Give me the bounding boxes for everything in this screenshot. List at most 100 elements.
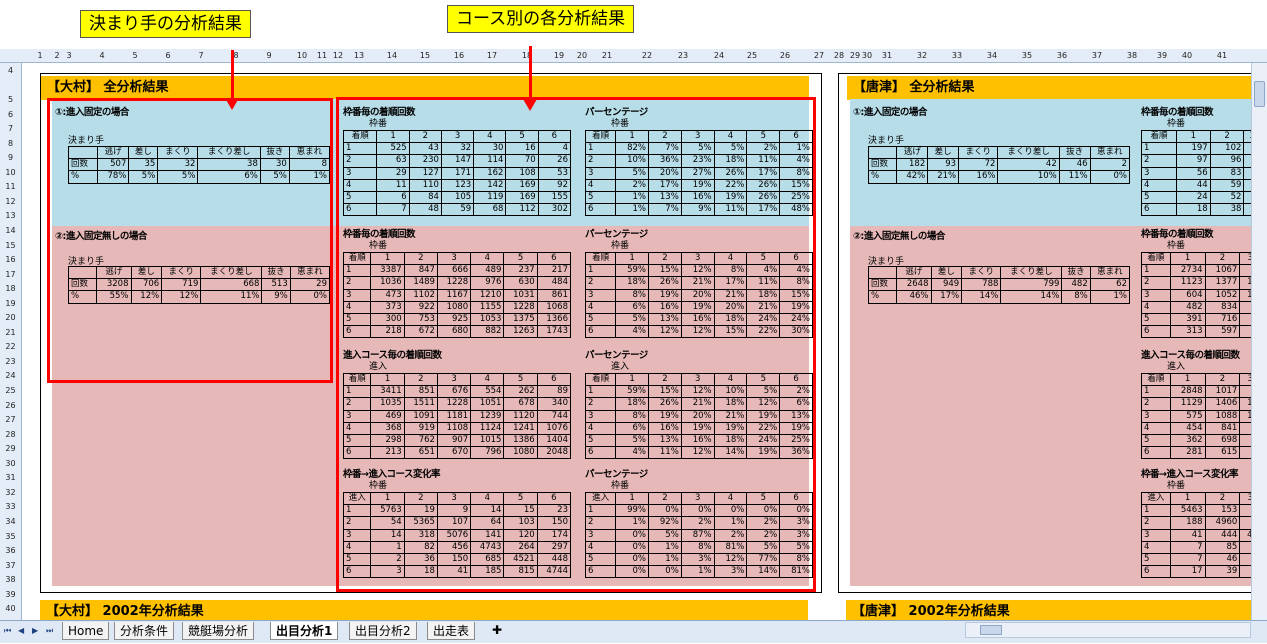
table-cell[interactable]: 抜き: [1058, 145, 1091, 160]
table-cell[interactable]: 16%: [958, 170, 999, 184]
column-header-cell[interactable]: 26: [778, 49, 792, 63]
table-cell[interactable]: 6: [1141, 203, 1177, 217]
column-header-cell[interactable]: 4: [95, 49, 109, 63]
column-header-cell[interactable]: 28: [832, 49, 846, 63]
next-sheet-icon[interactable]: ▶: [32, 625, 41, 637]
table-cell[interactable]: 1: [1141, 504, 1171, 518]
row-header-cell[interactable]: 34: [0, 516, 21, 528]
table-cell[interactable]: 788: [961, 278, 1002, 292]
table-cell[interactable]: 抜き: [1061, 265, 1091, 280]
row-header-cell[interactable]: 39: [0, 589, 21, 601]
column-header-cell[interactable]: 19: [552, 49, 566, 63]
row-header-cell[interactable]: 30: [0, 458, 21, 470]
table-cell[interactable]: 153: [1204, 504, 1241, 518]
column-header-cell[interactable]: 5: [128, 49, 142, 63]
table-cell[interactable]: 42%: [896, 170, 929, 184]
table-cell[interactable]: 14%: [1000, 290, 1063, 304]
column-header-cell[interactable]: 34: [985, 49, 999, 63]
column-header-bar[interactable]: 1 2 3 4 5 6 7 8 9 10 11 12 13 14 15 16 17 18 19 20 21 22 23 24 2…: [0, 49, 1267, 63]
row-header-cell[interactable]: 38: [0, 574, 21, 586]
table-cell[interactable]: 5: [1141, 433, 1171, 448]
table-cell[interactable]: [867, 145, 898, 160]
row-header-cell[interactable]: 28: [0, 429, 21, 441]
row-header-cell[interactable]: 32: [0, 487, 21, 499]
table-cell[interactable]: 444: [1204, 528, 1241, 542]
row-header-cell[interactable]: 35: [0, 531, 21, 543]
table-cell[interactable]: 38: [1209, 203, 1245, 217]
table-cell[interactable]: 362: [1169, 433, 1206, 448]
column-header-cell[interactable]: 23: [676, 49, 690, 63]
column-header-cell[interactable]: 9: [262, 49, 276, 63]
last-sheet-icon[interactable]: ⏭: [46, 625, 55, 637]
table-cell[interactable]: 1%: [1089, 290, 1131, 304]
table-cell[interactable]: 5: [1141, 190, 1177, 205]
table-cell[interactable]: 18: [1175, 203, 1211, 217]
row-header-cell[interactable]: 16: [0, 254, 21, 266]
column-header-cell[interactable]: 14: [385, 49, 399, 63]
table-cell[interactable]: 差し: [927, 145, 960, 160]
row-header-cell[interactable]: 37: [0, 560, 21, 572]
table-cell[interactable]: 42: [997, 158, 1060, 172]
table-cell[interactable]: 3: [1141, 528, 1171, 542]
table-cell[interactable]: まくり: [961, 265, 1002, 280]
row-header-cell[interactable]: 23: [0, 356, 21, 368]
table-cell[interactable]: 1017: [1204, 385, 1241, 399]
table-cell[interactable]: 2: [1089, 158, 1131, 172]
column-header-cell[interactable]: 15: [418, 49, 432, 63]
vertical-scrollbar[interactable]: [1251, 63, 1267, 620]
table-cell[interactable]: 着順: [1141, 251, 1171, 266]
table-cell[interactable]: 2: [1209, 129, 1245, 144]
table-cell[interactable]: 7: [1169, 540, 1206, 554]
table-cell[interactable]: 17: [1169, 565, 1206, 579]
row-header-cell[interactable]: 36: [0, 545, 21, 557]
table-cell[interactable]: 46: [1204, 552, 1241, 567]
table-cell[interactable]: 5463: [1169, 504, 1206, 518]
table-cell[interactable]: 46%: [896, 290, 932, 304]
table-cell[interactable]: 着順: [1141, 129, 1177, 144]
row-header-cell[interactable]: 14: [0, 225, 21, 237]
table-cell[interactable]: 52: [1209, 190, 1245, 205]
table-cell[interactable]: 56: [1175, 166, 1211, 180]
table-cell[interactable]: 着順: [1141, 372, 1171, 387]
table-cell[interactable]: 17%: [930, 290, 963, 304]
row-header-cell[interactable]: 6: [0, 109, 21, 121]
table-cell[interactable]: 6: [1141, 446, 1171, 460]
table-cell[interactable]: 差し: [930, 265, 963, 280]
table-cell[interactable]: 188: [1169, 516, 1206, 530]
column-header-cell[interactable]: 27: [812, 49, 826, 63]
column-header-cell[interactable]: 35: [1020, 49, 1034, 63]
column-header-cell[interactable]: 11: [315, 49, 329, 63]
table-cell[interactable]: 7: [1169, 552, 1206, 567]
column-header-cell[interactable]: 6: [161, 49, 175, 63]
row-header-cell[interactable]: 33: [0, 501, 21, 513]
table-cell[interactable]: 62: [1089, 278, 1131, 292]
row-header-cell[interactable]: 40: [0, 603, 21, 615]
sheet-tab[interactable]: 出走表: [427, 622, 476, 640]
row-header-cell[interactable]: 11: [0, 181, 21, 193]
table-cell[interactable]: 3: [1141, 409, 1171, 423]
table-cell[interactable]: 10%: [997, 170, 1060, 184]
table-cell[interactable]: 39: [1204, 565, 1241, 579]
table-cell[interactable]: 841: [1204, 421, 1241, 435]
table-cell[interactable]: 85: [1204, 540, 1241, 554]
column-header-cell[interactable]: 33: [950, 49, 964, 63]
row-header-cell[interactable]: 4: [0, 65, 21, 77]
column-header-cell[interactable]: 1: [33, 49, 47, 63]
table-cell[interactable]: 482: [1169, 300, 1206, 314]
sheet-tab[interactable]: 出目分析2: [349, 622, 417, 640]
table-cell[interactable]: 197: [1175, 142, 1211, 156]
table-cell[interactable]: 615: [1204, 446, 1241, 460]
table-cell[interactable]: 2: [1204, 491, 1241, 506]
table-cell[interactable]: 2: [1204, 372, 1241, 387]
column-header-cell[interactable]: 37: [1090, 49, 1104, 63]
table-cell[interactable]: 2848: [1169, 385, 1206, 399]
row-header-cell[interactable]: 15: [0, 240, 21, 252]
table-cell[interactable]: 1: [1175, 129, 1211, 144]
table-cell[interactable]: 0%: [1089, 170, 1131, 184]
table-cell[interactable]: [867, 265, 898, 280]
row-header-cell[interactable]: 31: [0, 472, 21, 484]
table-cell[interactable]: まくり差し: [1000, 265, 1063, 280]
column-header-cell[interactable]: 13: [352, 49, 366, 63]
table-cell[interactable]: 102: [1209, 142, 1245, 156]
column-header-cell[interactable]: 40: [1180, 49, 1194, 63]
